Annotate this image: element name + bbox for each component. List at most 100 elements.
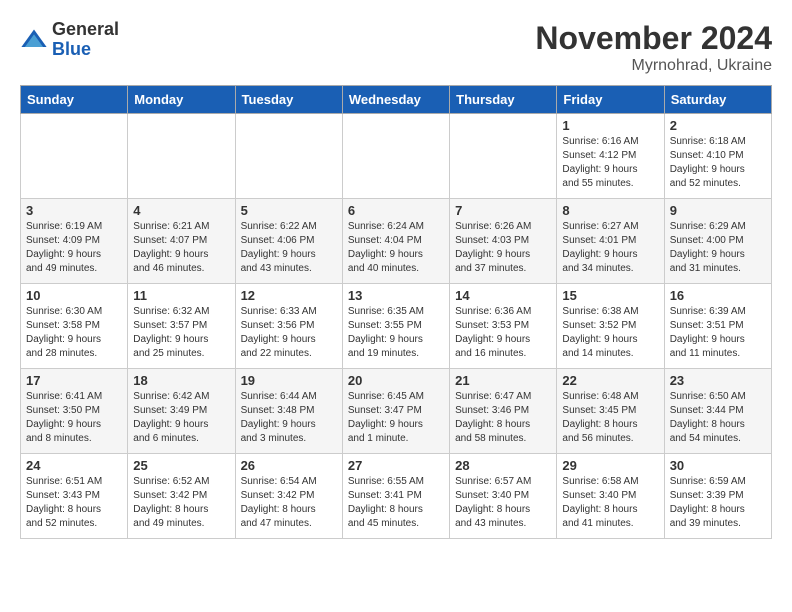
logo-icon [20,26,48,54]
week-row-4: 17 Sunrise: 6:41 AM Sunset: 3:50 PM Dayli… [21,369,772,454]
day-info: Sunrise: 6:27 AM Sunset: 4:01 PM Dayligh… [562,220,658,276]
calendar-cell [128,114,235,199]
header-day-sunday: Sunday [21,86,128,114]
day-number: 18 [133,373,229,388]
calendar-cell: 5 Sunrise: 6:22 AM Sunset: 4:06 PM Daylig… [235,199,342,284]
header-day-friday: Friday [557,86,664,114]
calendar-cell: 17 Sunrise: 6:41 AM Sunset: 3:50 PM Dayli… [21,369,128,454]
day-info: Sunrise: 6:16 AM Sunset: 4:12 PM Dayligh… [562,135,658,191]
day-number: 19 [241,373,337,388]
day-info: Sunrise: 6:18 AM Sunset: 4:10 PM Dayligh… [670,135,766,191]
day-number: 12 [241,288,337,303]
day-info: Sunrise: 6:52 AM Sunset: 3:42 PM Dayligh… [133,475,229,531]
header-day-monday: Monday [128,86,235,114]
day-info: Sunrise: 6:30 AM Sunset: 3:58 PM Dayligh… [26,305,122,361]
calendar-cell [235,114,342,199]
calendar-cell: 25 Sunrise: 6:52 AM Sunset: 3:42 PM Dayli… [128,454,235,539]
logo-blue: Blue [52,39,91,59]
calendar-cell: 7 Sunrise: 6:26 AM Sunset: 4:03 PM Daylig… [450,199,557,284]
day-info: Sunrise: 6:48 AM Sunset: 3:45 PM Dayligh… [562,390,658,446]
day-info: Sunrise: 6:22 AM Sunset: 4:06 PM Dayligh… [241,220,337,276]
day-info: Sunrise: 6:57 AM Sunset: 3:40 PM Dayligh… [455,475,551,531]
calendar-cell: 1 Sunrise: 6:16 AM Sunset: 4:12 PM Daylig… [557,114,664,199]
calendar-cell: 20Sunrise: 6:45 AM Sunset: 3:47 PM Dayli… [342,369,449,454]
day-info: Sunrise: 6:21 AM Sunset: 4:07 PM Dayligh… [133,220,229,276]
day-info: Sunrise: 6:36 AM Sunset: 3:53 PM Dayligh… [455,305,551,361]
header-day-thursday: Thursday [450,86,557,114]
day-number: 15 [562,288,658,303]
day-number: 27 [348,458,444,473]
day-number: 17 [26,373,122,388]
calendar-cell [21,114,128,199]
day-number: 6 [348,203,444,218]
day-number: 25 [133,458,229,473]
day-info: Sunrise: 6:32 AM Sunset: 3:57 PM Dayligh… [133,305,229,361]
day-info: Sunrise: 6:24 AM Sunset: 4:04 PM Dayligh… [348,220,444,276]
calendar-cell: 30 Sunrise: 6:59 AM Sunset: 3:39 PM Dayli… [664,454,771,539]
calendar-cell: 26Sunrise: 6:54 AM Sunset: 3:42 PM Dayli… [235,454,342,539]
calendar-cell: 4Sunrise: 6:21 AM Sunset: 4:07 PM Daylig… [128,199,235,284]
day-number: 9 [670,203,766,218]
day-info: Sunrise: 6:59 AM Sunset: 3:39 PM Dayligh… [670,475,766,531]
calendar-cell: 19 Sunrise: 6:44 AM Sunset: 3:48 PM Dayli… [235,369,342,454]
day-number: 11 [133,288,229,303]
calendar-cell: 16 Sunrise: 6:39 AM Sunset: 3:51 PM Dayli… [664,284,771,369]
day-number: 28 [455,458,551,473]
week-row-3: 10 Sunrise: 6:30 AM Sunset: 3:58 PM Dayli… [21,284,772,369]
day-info: Sunrise: 6:33 AM Sunset: 3:56 PM Dayligh… [241,305,337,361]
day-info: Sunrise: 6:38 AM Sunset: 3:52 PM Dayligh… [562,305,658,361]
calendar-cell: 14 Sunrise: 6:36 AM Sunset: 3:53 PM Dayli… [450,284,557,369]
calendar-cell: 6 Sunrise: 6:24 AM Sunset: 4:04 PM Daylig… [342,199,449,284]
sub-title: Myrnohrad, Ukraine [535,57,772,75]
day-number: 14 [455,288,551,303]
calendar-cell: 24 Sunrise: 6:51 AM Sunset: 3:43 PM Dayli… [21,454,128,539]
day-number: 3 [26,203,122,218]
day-info: Sunrise: 6:51 AM Sunset: 3:43 PM Dayligh… [26,475,122,531]
header-day-wednesday: Wednesday [342,86,449,114]
day-info: Sunrise: 6:45 AM Sunset: 3:47 PM Dayligh… [348,390,444,446]
day-number: 13 [348,288,444,303]
calendar-cell [450,114,557,199]
day-info: Sunrise: 6:35 AM Sunset: 3:55 PM Dayligh… [348,305,444,361]
title-area: November 2024 Myrnohrad, Ukraine [535,20,772,75]
day-number: 26 [241,458,337,473]
day-number: 21 [455,373,551,388]
calendar-cell: 15 Sunrise: 6:38 AM Sunset: 3:52 PM Dayli… [557,284,664,369]
calendar-cell: 11 Sunrise: 6:32 AM Sunset: 3:57 PM Dayli… [128,284,235,369]
header: General Blue November 2024 Myrnohrad, Uk… [20,20,772,75]
day-number: 30 [670,458,766,473]
day-number: 8 [562,203,658,218]
day-info: Sunrise: 6:44 AM Sunset: 3:48 PM Dayligh… [241,390,337,446]
day-info: Sunrise: 6:41 AM Sunset: 3:50 PM Dayligh… [26,390,122,446]
day-info: Sunrise: 6:29 AM Sunset: 4:00 PM Dayligh… [670,220,766,276]
calendar-cell: 3 Sunrise: 6:19 AM Sunset: 4:09 PM Daylig… [21,199,128,284]
week-row-1: 1 Sunrise: 6:16 AM Sunset: 4:12 PM Daylig… [21,114,772,199]
day-info: Sunrise: 6:58 AM Sunset: 3:40 PM Dayligh… [562,475,658,531]
calendar-cell: 29Sunrise: 6:58 AM Sunset: 3:40 PM Dayli… [557,454,664,539]
day-number: 10 [26,288,122,303]
header-day-saturday: Saturday [664,86,771,114]
day-number: 24 [26,458,122,473]
calendar-cell: 18Sunrise: 6:42 AM Sunset: 3:49 PM Dayli… [128,369,235,454]
day-number: 2 [670,118,766,133]
calendar-cell: 9 Sunrise: 6:29 AM Sunset: 4:00 PM Daylig… [664,199,771,284]
day-number: 1 [562,118,658,133]
calendar-cell: 13 Sunrise: 6:35 AM Sunset: 3:55 PM Dayli… [342,284,449,369]
day-number: 7 [455,203,551,218]
day-info: Sunrise: 6:39 AM Sunset: 3:51 PM Dayligh… [670,305,766,361]
day-number: 16 [670,288,766,303]
calendar-cell: 27Sunrise: 6:55 AM Sunset: 3:41 PM Dayli… [342,454,449,539]
calendar-table: SundayMondayTuesdayWednesdayThursdayFrid… [20,85,772,539]
day-number: 5 [241,203,337,218]
header-row: SundayMondayTuesdayWednesdayThursdayFrid… [21,86,772,114]
day-info: Sunrise: 6:19 AM Sunset: 4:09 PM Dayligh… [26,220,122,276]
day-info: Sunrise: 6:26 AM Sunset: 4:03 PM Dayligh… [455,220,551,276]
day-info: Sunrise: 6:50 AM Sunset: 3:44 PM Dayligh… [670,390,766,446]
calendar-cell: 2 Sunrise: 6:18 AM Sunset: 4:10 PM Daylig… [664,114,771,199]
calendar-cell: 12 Sunrise: 6:33 AM Sunset: 3:56 PM Dayli… [235,284,342,369]
calendar-cell: 22Sunrise: 6:48 AM Sunset: 3:45 PM Dayli… [557,369,664,454]
week-row-5: 24 Sunrise: 6:51 AM Sunset: 3:43 PM Dayli… [21,454,772,539]
calendar-cell: 28 Sunrise: 6:57 AM Sunset: 3:40 PM Dayli… [450,454,557,539]
calendar-cell: 21Sunrise: 6:47 AM Sunset: 3:46 PM Dayli… [450,369,557,454]
day-number: 23 [670,373,766,388]
